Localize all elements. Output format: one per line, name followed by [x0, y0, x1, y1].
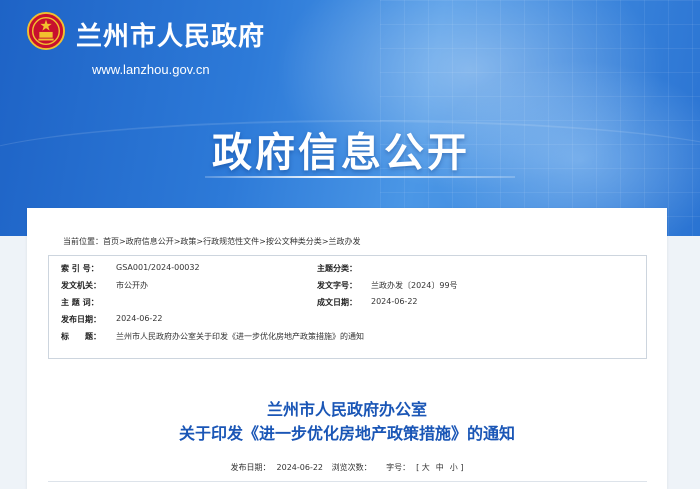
national-emblem-icon[interactable] [27, 12, 65, 50]
breadcrumb-separator: > [119, 237, 126, 246]
font-size-large-button[interactable]: [ 大 [416, 463, 430, 472]
breadcrumb-item-lanzhengbanfa[interactable]: 兰政办发 [329, 237, 361, 246]
breadcrumb-separator: > [321, 237, 329, 246]
breadcrumb-item-policy[interactable]: 政策 [180, 237, 196, 246]
published-date-value: 2024-06-22 [116, 314, 163, 323]
info-row: 发文机关： 市公开办 发文字号： 兰政办发〔2024〕99号 [49, 280, 646, 296]
breadcrumb-label: 当前位置： [63, 237, 103, 246]
info-row: 索 引 号： GSA001/2024-00032 主题分类： [49, 263, 646, 279]
content-panel: 当前位置：首页>政府信息公开>政策>行政规范性文件>按公文种类分类>兰政办发 索… [27, 208, 667, 489]
breadcrumb: 当前位置：首页>政府信息公开>政策>行政规范性文件>按公文种类分类>兰政办发 [63, 236, 361, 247]
document-info-table: 索 引 号： GSA001/2024-00032 主题分类： 发文机关： 市公开… [48, 255, 647, 359]
doc-number-value: 兰政办发〔2024〕99号 [371, 281, 458, 290]
doc-number-label: 发文字号： [317, 281, 357, 290]
notice-title-line2: 关于印发《进一步优化房地产政策措施》的通知 [178, 424, 515, 443]
publish-date-label: 发布日期： [230, 463, 271, 472]
notice-meta: 发布日期： 2024-06-22 浏览次数： 字号： [ 大中小 ] [27, 462, 667, 473]
breadcrumb-separator: > [259, 237, 266, 246]
site-url[interactable]: www.lanzhou.gov.cn [92, 62, 210, 77]
issuer-value: 市公开办 [116, 281, 148, 290]
font-size-small-button[interactable]: 小 ] [450, 463, 464, 472]
title-value: 兰州市人民政府办公室关于印发《进一步优化房地产政策措施》的通知 [116, 332, 364, 341]
subject-category-label: 主题分类： [317, 264, 357, 273]
font-size-label: 字号： [386, 463, 411, 472]
notice-title-line1: 兰州市人民政府办公室 [266, 400, 427, 419]
header-banner: 兰州市人民政府 www.lanzhou.gov.cn 政府信息公开 [0, 0, 700, 236]
published-date-label: 发布日期： [61, 315, 101, 324]
created-date-value: 2024-06-22 [371, 297, 418, 306]
info-row: 标 题： 兰州市人民政府办公室关于印发《进一步优化房地产政策措施》的通知 [49, 331, 646, 347]
created-date-label: 成文日期： [317, 298, 357, 307]
views-label: 浏览次数： [331, 463, 372, 472]
banner-heading: 政府信息公开 [212, 130, 470, 176]
breadcrumb-item-normative-docs[interactable]: 行政规范性文件 [203, 237, 259, 246]
site-title[interactable]: 兰州市人民政府 [76, 16, 265, 53]
breadcrumb-item-info-disclosure[interactable]: 政府信息公开 [126, 237, 174, 246]
keywords-label: 主 题 词： [61, 298, 99, 307]
index-number-label: 索 引 号： [61, 264, 99, 273]
divider [48, 481, 647, 482]
publish-date-value: 2024-06-22 [276, 463, 324, 472]
issuer-label: 发文机关： [61, 281, 101, 290]
title-label: 标 题： [61, 332, 101, 341]
breadcrumb-item-by-doc-type[interactable]: 按公文种类分类 [266, 237, 322, 246]
info-row: 主 题 词： 成文日期： 2024-06-22 [49, 297, 646, 313]
breadcrumb-item-home[interactable]: 首页 [103, 237, 119, 246]
index-number-value: GSA001/2024-00032 [116, 263, 200, 272]
font-size-medium-button[interactable]: 中 [436, 463, 444, 472]
banner-underline [205, 176, 515, 178]
info-row: 发布日期： 2024-06-22 [49, 314, 646, 330]
